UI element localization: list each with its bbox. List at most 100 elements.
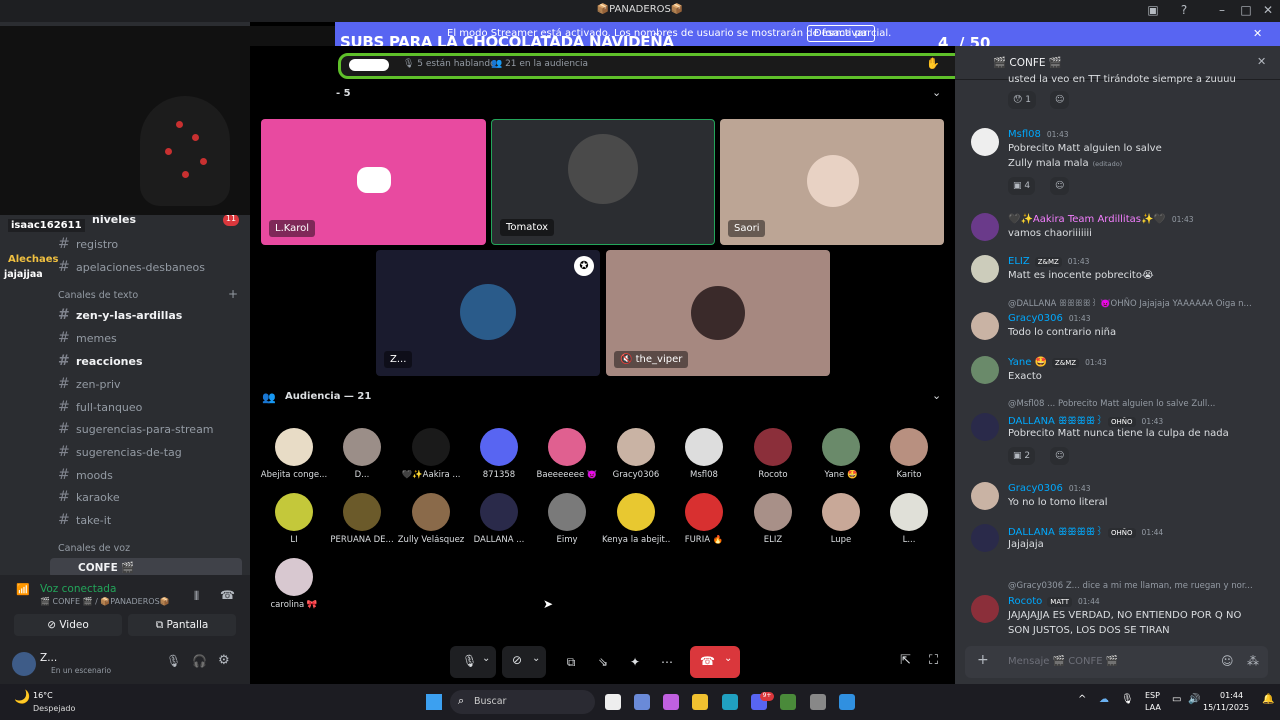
chevron-down-icon[interactable]: ⌄ (932, 86, 941, 99)
close-banner-icon[interactable]: ✕ (1253, 27, 1262, 40)
reaction-pill[interactable]: ▣ 4 (1008, 177, 1036, 195)
channel-registro[interactable]: # registro (58, 236, 118, 252)
edge-icon[interactable] (722, 694, 738, 710)
message-input[interactable]: + Mensaje 🎬 CONFE 🎬 ☺ ⁂ (965, 646, 1268, 678)
chevron-up-icon[interactable]: ^ (1078, 694, 1086, 705)
channel-zen-priv[interactable]: # zen-priv (58, 376, 121, 392)
screen-share-icon[interactable]: ⧉ (558, 646, 584, 678)
avatar[interactable] (12, 652, 36, 676)
audience-header[interactable]: Audiencia — 21 (285, 391, 371, 402)
audience-member[interactable]: 🖤✨Aakira ... (397, 428, 465, 480)
chevron-down-icon[interactable]: ⌄ (482, 653, 490, 664)
avatar[interactable] (971, 595, 999, 623)
obs-icon[interactable] (810, 694, 826, 710)
channel-take-it[interactable]: # take-it (58, 512, 111, 528)
audience-member[interactable]: Msfl08 (670, 428, 738, 480)
audience-member[interactable]: PERUANA DE... (328, 493, 396, 545)
audience-member[interactable]: Gracy0306 (602, 428, 670, 480)
chevron-down-icon[interactable]: ⌄ (724, 653, 732, 664)
reply-preview[interactable]: @Gracy0306 Z... dice a mi me llaman, me … (1008, 581, 1253, 591)
microphone-icon[interactable]: 🎙 (1121, 694, 1134, 705)
avatar[interactable] (971, 413, 999, 441)
audience-member[interactable]: Eimy (533, 493, 601, 545)
audience-member[interactable]: LI (260, 493, 328, 545)
channel-moods[interactable]: # moods (58, 467, 113, 483)
voice-location[interactable]: 🎬 CONFE 🎬 / 📦PANADEROS📦 (40, 597, 170, 606)
fullscreen-icon[interactable]: ⛶ (929, 653, 938, 668)
author-name[interactable]: Rocoto (1008, 596, 1042, 607)
add-attachment-icon[interactable]: + (977, 652, 989, 668)
avatar[interactable] (971, 524, 999, 552)
author-name[interactable]: ELIZ (1008, 256, 1030, 267)
author-name[interactable]: Yane 🤩 (1008, 357, 1047, 368)
camera-toggle[interactable]: ⊘ ⌄ (502, 646, 546, 678)
audience-member[interactable]: Baeeeeeee 👿 (533, 428, 601, 480)
settings-gear-icon[interactable]: ⚙ (218, 653, 230, 668)
channel-sugerencias-de-tag[interactable]: # sugerencias-de-tag (58, 444, 182, 460)
add-channel-icon[interactable]: + (228, 287, 238, 301)
chevron-down-icon[interactable]: ⌄ (932, 389, 941, 402)
network-icon[interactable]: ▭ (1172, 694, 1181, 705)
audience-member[interactable]: FURIA 🔥 (670, 493, 738, 545)
move-to-audience-icon[interactable]: ⇘ (590, 646, 616, 678)
author-name[interactable]: Gracy0306 (1008, 313, 1063, 324)
task-view-icon[interactable] (605, 694, 621, 710)
audience-member[interactable]: Zully Velásquez (397, 493, 465, 545)
activities-icon[interactable]: ✦ (622, 646, 648, 678)
language-indicator[interactable]: ESP (1145, 691, 1160, 700)
copilot-icon[interactable] (663, 694, 679, 710)
author-name[interactable]: DALLANA ꕥꕥꕥꕥ꒱ (1008, 527, 1103, 538)
onedrive-icon[interactable]: ☁ (1099, 694, 1109, 705)
close-chat-icon[interactable]: ✕ (1257, 55, 1266, 68)
notifications-icon[interactable]: 🔔 (1262, 694, 1274, 705)
apps-icon[interactable]: ⁂ (1247, 654, 1259, 668)
speakers-header[interactable]: - 5 (336, 88, 351, 99)
store-icon[interactable] (634, 694, 650, 710)
leave-stage-button[interactable]: ☎ ⌄ (690, 646, 740, 678)
close-window-icon[interactable]: ✕ (1260, 3, 1276, 19)
chevron-down-icon[interactable]: ⌄ (532, 653, 540, 664)
channel-full-tanqueo[interactable]: # full-tanqueo (58, 399, 142, 415)
audience-member[interactable]: Karito (875, 428, 943, 480)
audience-member[interactable]: carolina 🎀 (260, 558, 328, 610)
clock-time[interactable]: 01:44 (1220, 691, 1243, 700)
audience-member[interactable]: L... (875, 493, 943, 545)
avatar[interactable] (971, 482, 999, 510)
clock-date[interactable]: 15/11/2025 (1203, 703, 1249, 712)
app-icon[interactable] (839, 694, 855, 710)
avatar[interactable] (971, 128, 999, 156)
pop-out-icon[interactable]: ⇱ (900, 653, 911, 668)
avatar[interactable] (971, 213, 999, 241)
speaker-tile-saori[interactable]: Saori (720, 119, 944, 245)
audience-member[interactable]: Yane 🤩 (807, 428, 875, 480)
text-channels-category[interactable]: Canales de texto (58, 290, 138, 301)
voice-channels-category[interactable]: Canales de voz (58, 543, 130, 554)
raise-hand-icon[interactable]: ✋ (926, 57, 940, 70)
more-options-icon[interactable]: ⋯ (654, 646, 680, 678)
avatar[interactable] (971, 312, 999, 340)
author-name[interactable]: Msfl08 (1008, 129, 1041, 140)
voice-status[interactable]: Voz conectada (40, 583, 116, 595)
audience-member[interactable]: Rocoto (739, 428, 807, 480)
audience-member[interactable]: ELIZ (739, 493, 807, 545)
taskbar-search[interactable]: ⌕ Buscar (450, 690, 595, 714)
weather-desc[interactable]: Despejado (33, 704, 75, 713)
reply-preview[interactable]: @DALLANA ꕥꕥꕥꕥ꒱ 👿OHÑO Jajajaja YAAAAAA Oi… (1008, 298, 1252, 309)
windows-start-icon[interactable] (426, 694, 442, 710)
mic-toggle[interactable]: 🎙 ⌄ (450, 646, 496, 678)
audience-member[interactable]: Kenya la abejit... (602, 493, 670, 545)
channel-apelaciones[interactable]: # apelaciones-desbaneos (58, 259, 205, 275)
author-name[interactable]: 🖤✨Aakira Team Ardillitas✨🖤 (1008, 214, 1166, 225)
volume-icon[interactable]: 🔊 (1188, 694, 1200, 705)
speaker-tile-z[interactable]: ✪ Z... (376, 250, 600, 376)
file-explorer-icon[interactable] (692, 694, 708, 710)
speaker-tile-theviper[interactable]: 🔇 the_viper (606, 250, 830, 376)
speaker-tile-tomatox[interactable]: Tomatox (491, 119, 715, 245)
channel-reacciones[interactable]: # reacciones (58, 353, 143, 369)
microphone-icon[interactable]: 🎙 (166, 654, 181, 668)
channel-karaoke[interactable]: # karaoke (58, 489, 120, 505)
add-reaction-icon[interactable]: ☺ (1050, 177, 1070, 195)
inbox-icon[interactable]: ▣ (1145, 3, 1161, 19)
emoji-icon[interactable]: ☺ (1221, 654, 1234, 668)
minimize-icon[interactable]: – (1214, 3, 1230, 19)
